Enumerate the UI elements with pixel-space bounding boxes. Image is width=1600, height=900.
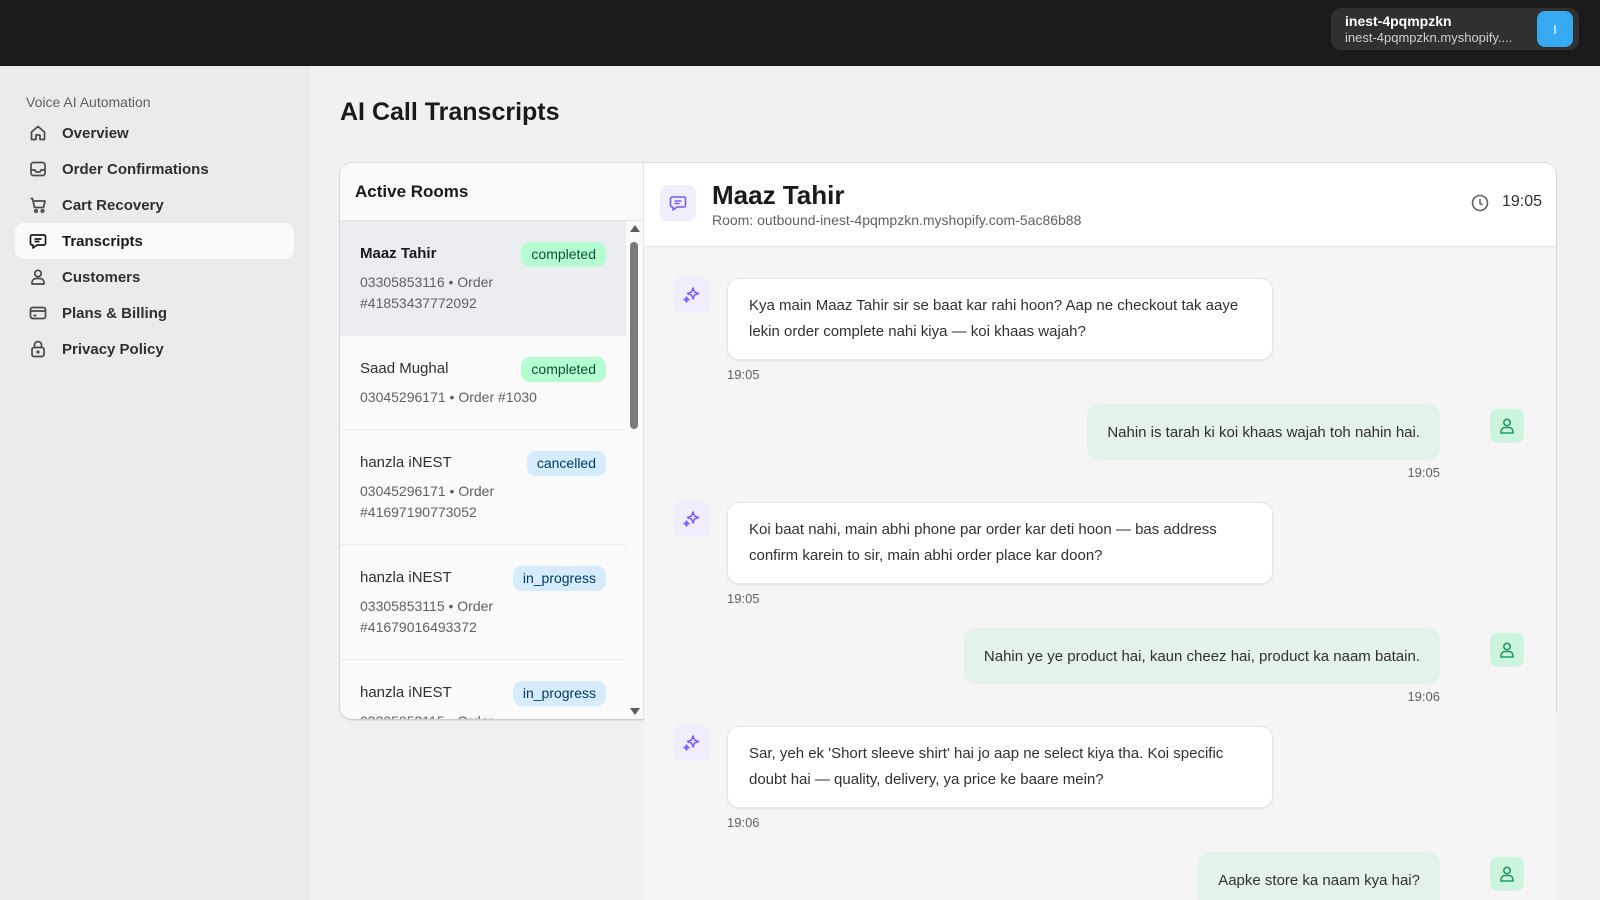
ai-sparkle-icon [674,501,710,537]
cart-icon [28,195,48,215]
person-icon [28,267,48,287]
status-badge: completed [521,242,606,267]
rooms-header: Active Rooms [340,163,643,221]
chat-icon [28,231,48,251]
sidebar-item-plans-billing[interactable]: Plans & Billing [15,295,294,331]
room-item[interactable]: Maaz Tahir completed 03305853116 • Order… [340,221,626,336]
sidebar-item-label: Order Confirmations [62,160,209,178]
message-time: 19:05 [1407,465,1440,480]
store-switcher[interactable]: inest-4pqmpzkn inest-4pqmpzkn.myshopify.… [1331,8,1579,50]
page-title: AI Call Transcripts [340,98,560,126]
clock-icon [1471,194,1489,212]
status-badge: cancelled [526,451,606,476]
status-badge: completed [521,357,606,382]
sidebar-item-overview[interactable]: Overview [15,115,294,151]
sidebar-nav: Overview Order Confirmations Cart Recove… [15,115,294,367]
call-time: 19:05 [1501,193,1542,210]
message-thread[interactable]: Kya main Maaz Tahir sir se baat kar rahi… [644,247,1556,900]
room-id: Room: outbound-inest-4pqmpzkn.myshopify.… [712,212,1082,228]
room-meta: 03305853116 • Order #41853437772092 [360,274,494,311]
conversation-header: Maaz Tahir Room: outbound-inest-4pqmpzkn… [644,163,1556,247]
ai-message: Koi baat nahi, main abhi phone par order… [727,502,1273,584]
room-meta: 03305853115 • Order [360,711,530,719]
user-avatar-icon [1490,633,1524,667]
scroll-thumb[interactable] [630,242,638,429]
sidebar-item-label: Customers [62,268,141,286]
sidebar-item-transcripts[interactable]: Transcripts [15,223,294,259]
ai-message: Sar, yeh ek 'Short sleeve shirt' hai jo … [727,726,1273,808]
room-meta: 03045296171 • Order #1030 [360,389,537,405]
store-name: inest-4pqmpzkn [1345,13,1452,29]
room-item[interactable]: hanzla iNEST in_progress 03305853115 • O… [340,660,626,719]
room-item[interactable]: hanzla iNEST cancelled 03045296171 • Ord… [340,430,626,545]
user-message: Aapke store ka naam kya hai? [1198,852,1440,900]
room-meta: 03045296171 • Order #41697190773052 [360,483,495,520]
message-time: 19:06 [1407,689,1440,704]
store-domain: inest-4pqmpzkn.myshopify.... [1345,30,1513,45]
ai-message: Kya main Maaz Tahir sir se baat kar rahi… [727,278,1273,360]
user-message: Nahin ye ye product hai, kaun cheez hai,… [963,628,1440,684]
ai-sparkle-icon [674,277,710,313]
lock-icon [28,339,48,359]
store-avatar[interactable]: I [1537,11,1573,47]
status-badge: in_progress [512,681,606,706]
sidebar-item-label: Transcripts [62,232,143,250]
message-time: 19:06 [727,815,760,830]
room-item[interactable]: hanzla iNEST in_progress 03305853115 • O… [340,545,626,660]
ai-sparkle-icon [674,725,710,761]
sidebar-item-label: Cart Recovery [62,196,164,214]
scroll-up-arrow-icon[interactable] [630,225,640,232]
status-badge: in_progress [512,566,606,591]
sidebar-item-order-confirmations[interactable]: Order Confirmations [15,151,294,187]
sidebar-item-label: Plans & Billing [62,304,168,322]
credit-card-icon [28,303,48,323]
room-list[interactable]: Maaz Tahir completed 03305853116 • Order… [340,221,626,719]
sidebar-item-label: Privacy Policy [62,340,164,358]
room-meta: 03305853115 • Order #41679016493372 [360,598,494,635]
chat-icon [660,185,696,221]
sidebar-item-customers[interactable]: Customers [15,259,294,295]
user-avatar-icon [1490,857,1524,891]
inbox-icon [28,159,48,179]
home-icon [28,123,48,143]
sidebar-item-privacy-policy[interactable]: Privacy Policy [15,331,294,367]
message-time: 19:05 [727,367,760,382]
sidebar-item-label: Overview [62,124,129,142]
sidebar-item-cart-recovery[interactable]: Cart Recovery [15,187,294,223]
top-bar: inest-4pqmpzkn inest-4pqmpzkn.myshopify.… [0,0,1600,66]
sidebar: Voice AI Automation Overview Order Confi… [0,66,310,900]
rooms-scrollbar[interactable] [626,221,642,719]
room-item[interactable]: Saad Mughal completed 03045296171 • Orde… [340,336,626,430]
caller-name: Maaz Tahir [712,180,845,210]
message-time: 19:05 [727,591,760,606]
user-avatar-icon [1490,409,1524,443]
rooms-panel: Active Rooms Maaz Tahir completed 033058… [340,163,644,719]
sidebar-heading[interactable]: Voice AI Automation [26,94,151,110]
user-message: Nahin is tarah ki koi khaas wajah toh na… [1087,404,1440,460]
scroll-down-arrow-icon[interactable] [630,708,640,715]
